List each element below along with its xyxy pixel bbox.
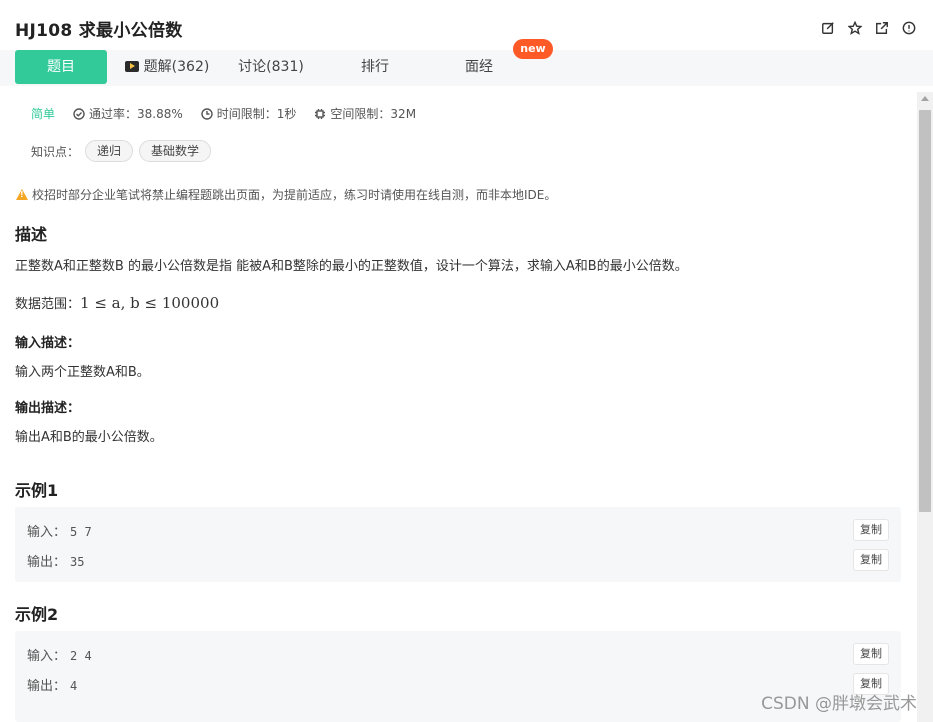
problem-title: HJ108 求最小公倍数 xyxy=(15,21,183,41)
example1-input-value: 5 7 xyxy=(70,525,92,539)
pass-rate: 通过率：38.88% xyxy=(73,105,183,122)
warning-icon xyxy=(16,189,28,200)
example2-input-value: 2 4 xyxy=(70,649,92,663)
edit-icon[interactable] xyxy=(820,20,836,36)
example1-input-label: 输入： xyxy=(27,525,67,540)
output-desc-text: 输出A和B的最小公倍数。 xyxy=(15,430,163,445)
page-header: HJ108 求最小公倍数 xyxy=(0,0,933,50)
output-desc-heading: 输出描述： xyxy=(15,401,81,416)
share-icon[interactable] xyxy=(874,20,890,36)
tab-solutions[interactable]: 题解(362) xyxy=(118,50,216,84)
example1-output: 输出： 35 xyxy=(27,551,84,570)
knowledge-points: 知识点： 递归 基础数学 xyxy=(31,140,212,162)
tag-basic-math[interactable]: 基础数学 xyxy=(139,140,212,162)
copy-button[interactable]: 复制 xyxy=(853,643,889,665)
difficulty-label: 简单 xyxy=(31,107,56,121)
input-desc-heading: 输入描述： xyxy=(15,336,81,351)
watermark: CSDN @胖墩会武术 xyxy=(761,694,917,714)
example2-output-value: 4 xyxy=(70,679,78,693)
tab-problem[interactable]: 题目 xyxy=(15,50,107,84)
chip-icon xyxy=(315,108,326,119)
tab-ranking[interactable]: 排行 xyxy=(326,50,424,84)
example2-heading: 示例2 xyxy=(15,605,59,624)
time-limit: 时间限制：1秒 xyxy=(201,105,297,122)
example1-output-value: 35 xyxy=(70,555,85,569)
data-range: 数据范围：1 ≤ a, b ≤ 100000 xyxy=(15,293,219,312)
video-icon xyxy=(124,61,139,72)
copy-button[interactable]: 复制 xyxy=(853,519,889,541)
space-limit-text: 空间限制：32M xyxy=(330,107,417,121)
tab-solutions-label: 题解(362) xyxy=(143,59,210,75)
scroll-thumb[interactable] xyxy=(919,110,931,512)
notice-text: 校招时部分企业笔试将禁止编程题跳出页面，为提前适应，练习时请使用在线自测，而非本… xyxy=(32,188,557,202)
star-icon[interactable] xyxy=(847,20,863,36)
time-limit-text: 时间限制：1秒 xyxy=(216,107,297,121)
check-circle-icon xyxy=(73,107,85,120)
info-icon[interactable] xyxy=(901,20,917,36)
pass-rate-text: 通过率：38.88% xyxy=(89,107,183,121)
problem-meta: 简单 通过率：38.88% 时间限制：1秒 空间限制：32M xyxy=(31,105,434,122)
example2-output: 输出： 4 xyxy=(27,675,77,694)
example2-input: 输入： 2 4 xyxy=(27,645,92,664)
example1-input: 输入： 5 7 xyxy=(27,521,92,540)
header-actions xyxy=(820,20,917,36)
example2-output-label: 输出： xyxy=(27,679,67,694)
input-desc-text: 输入两个正整数A和B。 xyxy=(15,365,150,380)
tag-recursion[interactable]: 递归 xyxy=(85,140,134,162)
new-badge: new xyxy=(513,39,553,59)
notice: 校招时部分企业笔试将禁止编程题跳出页面，为提前适应，练习时请使用在线自测，而非本… xyxy=(16,186,556,203)
example1-heading: 示例1 xyxy=(15,481,59,500)
space-limit: 空间限制：32M xyxy=(314,105,416,122)
description-heading: 描述 xyxy=(15,225,48,244)
clock-icon xyxy=(201,107,213,120)
scroll-up-icon[interactable] xyxy=(921,96,929,101)
data-range-expr: 1 ≤ a, b ≤ 100000 xyxy=(80,294,220,312)
tab-bar: 题目 题解(362) 讨论(831) 排行 面经 xyxy=(0,50,933,86)
problem-content: 简单 通过率：38.88% 时间限制：1秒 空间限制：32M 知识点： 递归 基… xyxy=(0,86,917,722)
tab-discussion[interactable]: 讨论(831) xyxy=(222,50,320,84)
data-range-label: 数据范围： xyxy=(15,297,81,312)
example1-output-label: 输出： xyxy=(27,555,67,570)
tab-interview[interactable]: 面经 xyxy=(430,50,528,84)
description-text: 正整数A和正整数B 的最小公倍数是指 能被A和B整除的最小的正整数值，设计一个算… xyxy=(15,259,688,274)
copy-button[interactable]: 复制 xyxy=(853,549,889,571)
vertical-scrollbar[interactable] xyxy=(917,92,933,722)
example2-input-label: 输入： xyxy=(27,649,67,664)
example1-block: 输入： 5 7 复制 输出： 35 复制 xyxy=(15,507,901,582)
knowledge-label: 知识点： xyxy=(31,144,80,159)
